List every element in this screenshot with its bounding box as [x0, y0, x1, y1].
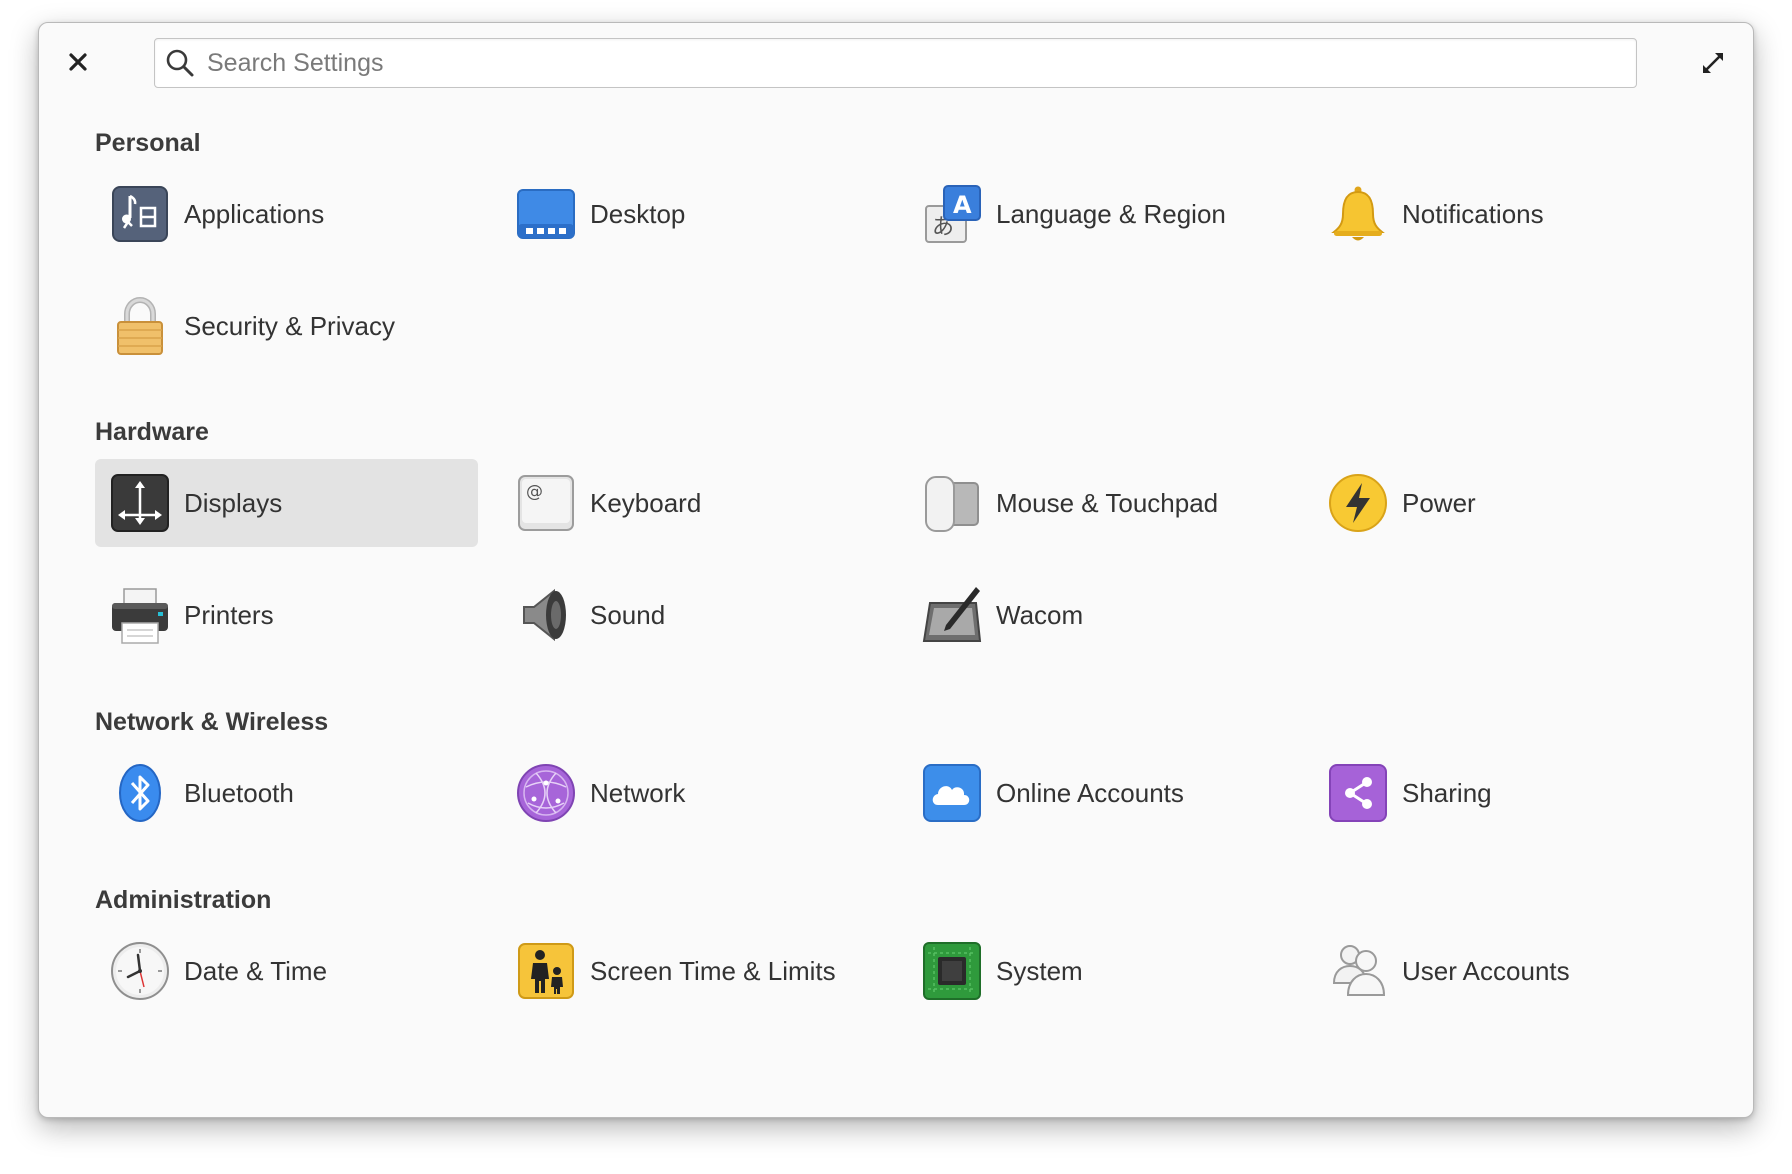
tablet-icon — [920, 583, 984, 647]
display-icon — [108, 471, 172, 535]
item-label: User Accounts — [1402, 955, 1570, 986]
item-online-accounts[interactable]: Online Accounts — [907, 749, 1290, 837]
item-label: Bluetooth — [184, 777, 294, 808]
close-button[interactable] — [63, 47, 93, 77]
item-wacom[interactable]: Wacom — [907, 571, 1290, 659]
item-date-time[interactable]: Date & Time — [95, 927, 478, 1015]
item-applications[interactable]: Applications — [95, 170, 478, 258]
parental-controls-icon — [514, 939, 578, 1003]
item-network[interactable]: Network — [501, 749, 884, 837]
item-label: Security & Privacy — [184, 310, 395, 341]
item-printers[interactable]: Printers — [95, 571, 478, 659]
bluetooth-icon — [108, 761, 172, 825]
item-displays[interactable]: Displays — [95, 459, 478, 547]
item-label: Applications — [184, 198, 325, 229]
item-label: Desktop — [590, 198, 686, 229]
lock-icon — [108, 294, 172, 358]
item-system[interactable]: System — [907, 927, 1290, 1015]
item-label: System — [996, 955, 1083, 986]
category-network-title: Network & Wireless — [95, 708, 329, 736]
search-field[interactable] — [154, 38, 1637, 88]
keyboard-icon: @ — [514, 471, 578, 535]
network-icon — [514, 761, 578, 825]
item-label: Online Accounts — [996, 777, 1184, 808]
share-icon — [1326, 761, 1390, 825]
item-label: Screen Time & Limits — [590, 955, 836, 986]
item-label: Keyboard — [590, 487, 702, 518]
applications-icon — [108, 182, 172, 246]
item-label: Power — [1402, 487, 1476, 518]
item-label: Network — [590, 777, 686, 808]
item-desktop[interactable]: Desktop — [501, 170, 884, 258]
item-label: Displays — [184, 487, 283, 518]
item-label: Sharing — [1402, 777, 1492, 808]
search-input[interactable] — [207, 48, 1636, 78]
item-sound[interactable]: Sound — [501, 571, 884, 659]
item-sharing[interactable]: Sharing — [1313, 749, 1696, 837]
category-hardware-title: Hardware — [95, 418, 209, 446]
item-power[interactable]: Power — [1313, 459, 1696, 547]
bell-icon — [1326, 182, 1390, 246]
item-keyboard[interactable]: @ Keyboard — [501, 459, 884, 547]
item-label: Sound — [590, 599, 666, 630]
clock-icon — [108, 939, 172, 1003]
item-label: Date & Time — [184, 955, 328, 986]
item-label: Mouse & Touchpad — [996, 487, 1219, 518]
item-language-region[interactable]: あ A Language & Region — [907, 170, 1290, 258]
power-icon — [1326, 471, 1390, 535]
mouse-icon — [920, 471, 984, 535]
item-label: Language & Region — [996, 198, 1226, 229]
item-notifications[interactable]: Notifications — [1313, 170, 1696, 258]
item-bluetooth[interactable]: Bluetooth — [95, 749, 478, 837]
item-user-accounts[interactable]: User Accounts — [1313, 927, 1696, 1015]
close-icon — [69, 53, 87, 71]
item-screen-time-limits[interactable]: Screen Time & Limits — [501, 927, 884, 1015]
item-mouse-touchpad[interactable]: Mouse & Touchpad — [907, 459, 1290, 547]
language-icon: あ A — [920, 182, 984, 246]
maximize-icon — [1703, 53, 1723, 73]
svg-text:A: A — [953, 191, 972, 219]
category-administration-title: Administration — [95, 886, 272, 914]
chip-icon — [920, 939, 984, 1003]
desktop-icon — [514, 182, 578, 246]
speaker-icon — [514, 583, 578, 647]
settings-window: Personal Applications — [38, 22, 1754, 1118]
category-personal-title: Personal — [95, 129, 201, 157]
cloud-icon — [920, 761, 984, 825]
maximize-button[interactable] — [1697, 47, 1729, 79]
item-security-privacy[interactable]: Security & Privacy — [95, 282, 478, 370]
svg-text:@: @ — [526, 482, 543, 502]
item-label: Wacom — [996, 599, 1084, 630]
item-label: Notifications — [1402, 198, 1544, 229]
users-icon — [1326, 939, 1390, 1003]
printer-icon — [108, 583, 172, 647]
item-label: Printers — [184, 599, 274, 630]
search-icon — [166, 49, 194, 77]
